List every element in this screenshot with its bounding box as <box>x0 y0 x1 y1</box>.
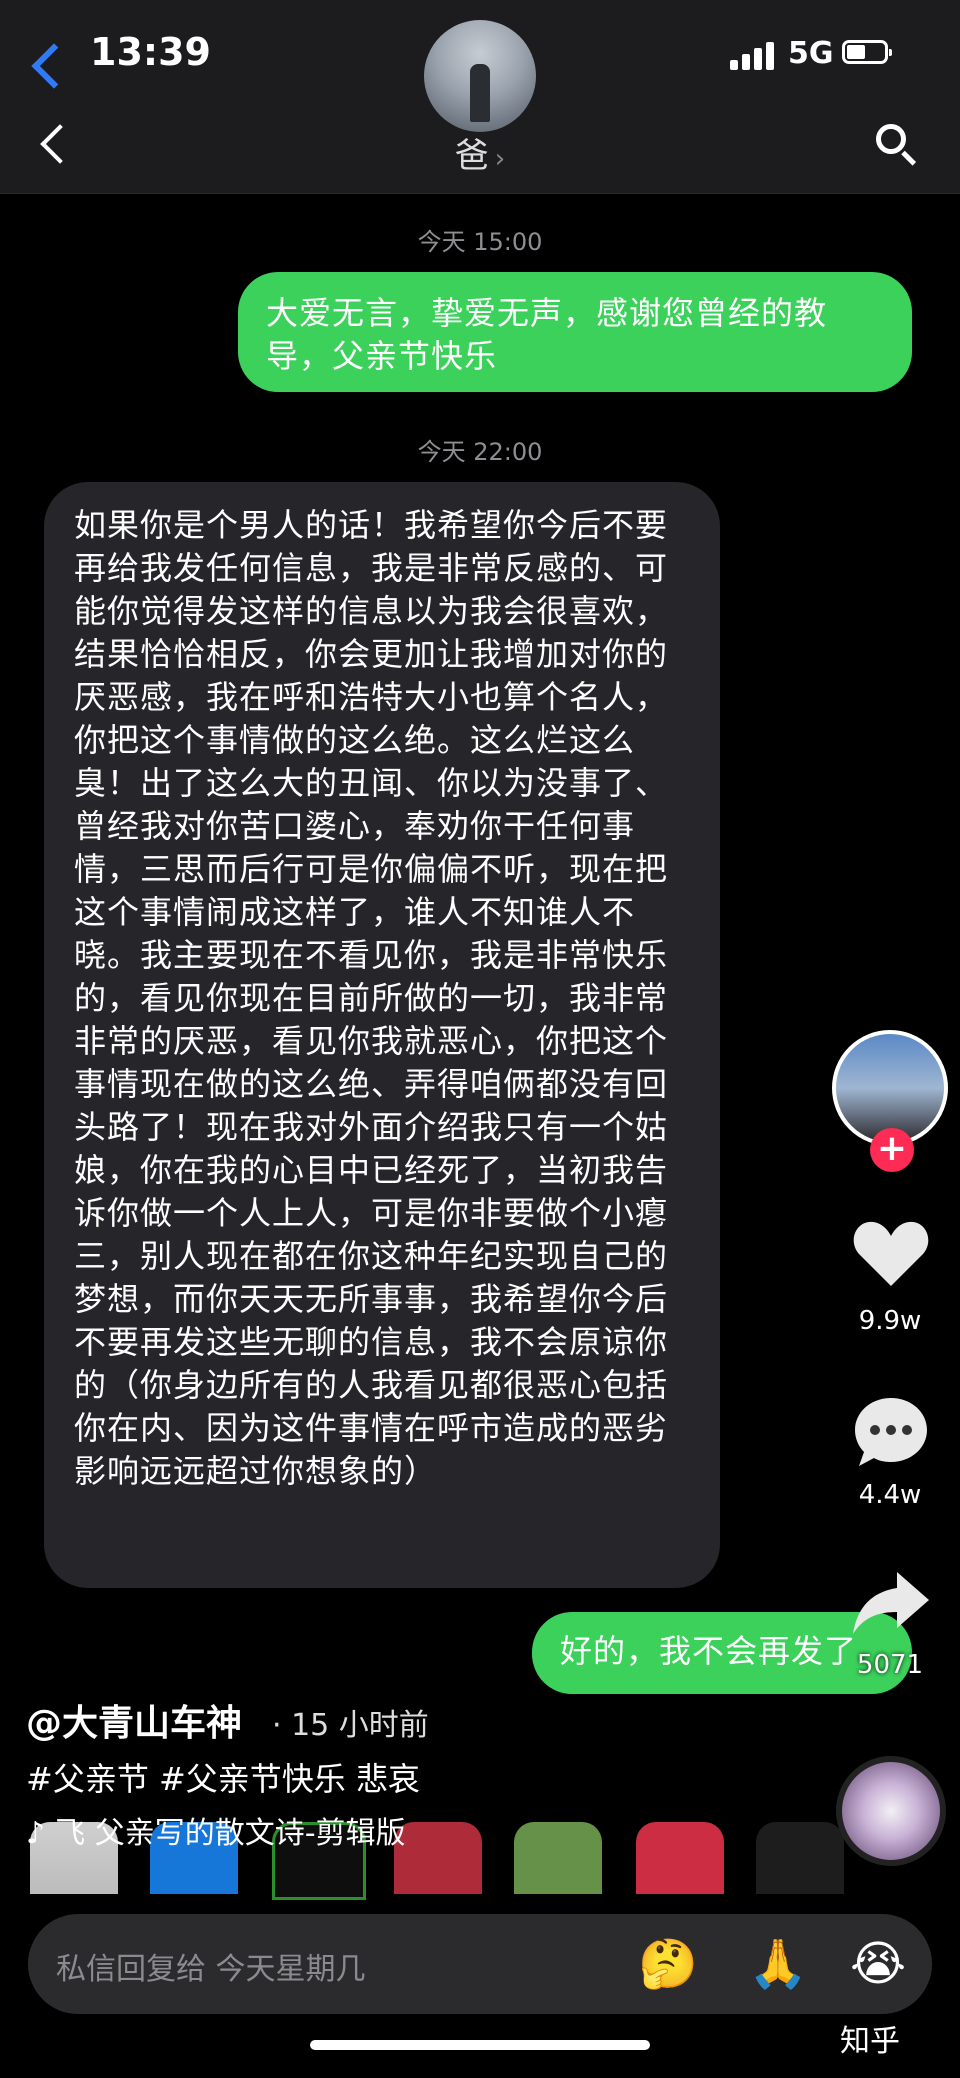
music-disc-icon[interactable] <box>836 1756 946 1866</box>
follow-button[interactable]: + <box>870 1128 914 1172</box>
message-text: 大爱无言，挚爱无声，感谢您曾经的教导，父亲节快乐 <box>266 294 828 375</box>
battery-icon <box>842 40 892 64</box>
message-bubble-outgoing[interactable]: 大爱无言，挚爱无声，感谢您曾经的教导，父亲节快乐 <box>238 272 912 392</box>
comment-count: 4.4w <box>858 1480 922 1510</box>
thinking-emoji-icon[interactable]: 🤔 <box>638 1936 698 1992</box>
memoji-icon <box>514 1822 602 1894</box>
chevron-right-icon: › <box>494 144 506 174</box>
memoji-icon <box>394 1822 482 1894</box>
network-label: 5G <box>788 36 834 71</box>
share-icon[interactable] <box>851 1568 931 1638</box>
signal-icon <box>730 40 780 70</box>
conversation-header: 13:39 5G 爸 › <box>0 0 960 194</box>
message-bubble-incoming[interactable]: 如果你是个男人的话！我希望你今后不要再给我发任何信息，我是非常反感的、可能你觉得… <box>44 482 720 1588</box>
like-icon[interactable] <box>851 1218 931 1288</box>
home-indicator[interactable] <box>310 2040 650 2050</box>
praying-hands-emoji-icon[interactable]: 🙏 <box>748 1936 808 1992</box>
contact-avatar[interactable] <box>424 20 536 132</box>
contact-name-text: 爸 <box>454 136 489 176</box>
crying-emoji-icon[interactable]: 😭 <box>850 1936 906 1992</box>
share-count: 5071 <box>856 1650 924 1680</box>
back-to-app-icon[interactable] <box>31 43 77 89</box>
author-username[interactable]: @大青山车神 <box>26 1694 242 1746</box>
timestamp: 今天 15:00 <box>417 228 543 256</box>
timestamp: 今天 22:00 <box>417 438 543 466</box>
heart-app-icon <box>756 1822 844 1894</box>
reply-input[interactable]: 私信回复给 今天星期几 <box>56 1944 366 1988</box>
contact-name[interactable]: 爸 › <box>0 128 960 177</box>
comment-icon[interactable] <box>851 1392 931 1472</box>
status-time: 13:39 <box>90 30 211 74</box>
post-time: · 15 小时前 <box>272 1708 429 1743</box>
like-count: 9.9w <box>858 1306 922 1336</box>
post-hashtags[interactable]: #父亲节 #父亲节快乐 悲哀 <box>26 1754 420 1800</box>
search-icon[interactable] <box>876 124 912 160</box>
music-note-icon: ♪ <box>26 1816 46 1851</box>
reply-bar[interactable]: 私信回复给 今天星期几 🤔 🙏 😭 <box>28 1914 932 2014</box>
zhihu-watermark: 知乎 <box>840 2024 900 2059</box>
message-text: 如果你是个男人的话！我希望你今后不要再给我发任何信息，我是非常反感的、可能你觉得… <box>74 506 669 1490</box>
music-app-icon <box>636 1822 724 1894</box>
music-title: 飞 父亲写的散文诗-剪辑版 <box>55 1816 406 1851</box>
music-row[interactable]: ♪ 飞 父亲写的散文诗-剪辑版 <box>26 1808 406 1852</box>
